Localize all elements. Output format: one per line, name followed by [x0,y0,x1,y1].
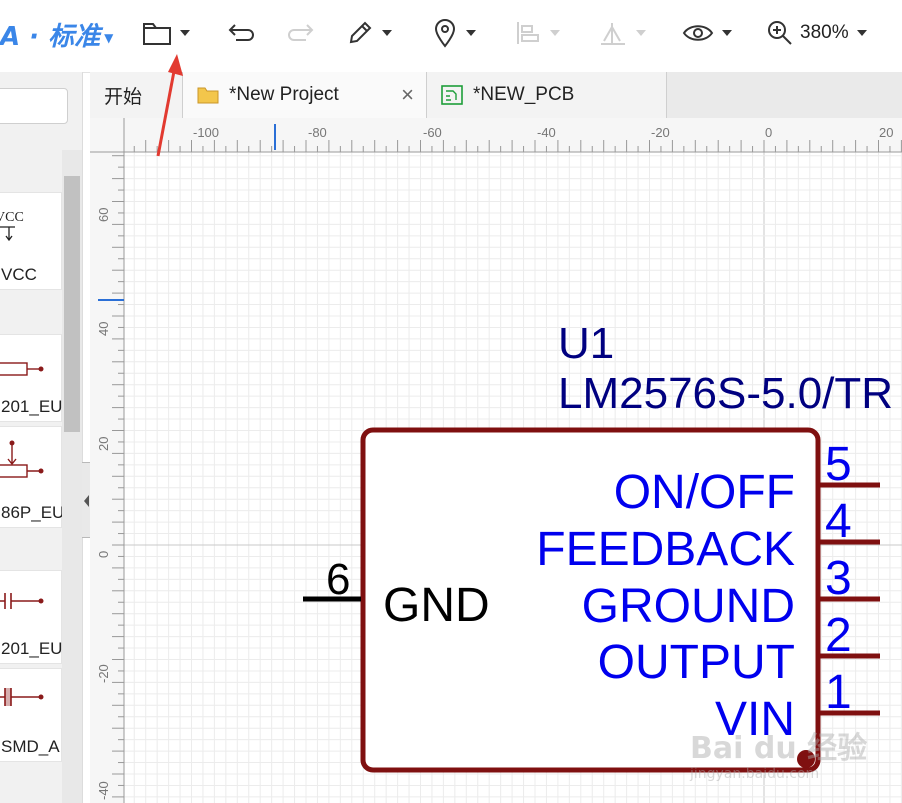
close-icon[interactable]: × [401,82,414,108]
redo-icon [288,24,314,41]
toolbar: A · 标准 ▼ 380% [0,0,902,73]
annotation-arrow [156,54,183,157]
chevron-down-icon [550,30,560,36]
pin-name: ON/OFF [614,466,795,519]
ruler-top-label: -80 [308,125,327,140]
folder-icon [197,86,219,104]
pcb-icon [441,85,463,105]
place-button[interactable] [432,16,476,50]
pin-name: GROUND [582,580,795,633]
pin-name: OUTPUT [598,636,795,689]
ruler-left-label: -20 [96,664,111,683]
chevron-down-icon [636,30,646,36]
ruler-top-label: -100 [193,125,219,140]
zoom-in-icon [768,21,792,45]
view-button[interactable] [682,16,732,50]
potentiometer-symbol [0,440,44,478]
capacitor-symbol [0,593,44,609]
ruler-top-label: 0 [765,125,772,140]
library-item-label: 201_EU [1,639,63,658]
chevron-down-icon [722,30,732,36]
eye-icon [682,25,714,41]
chevron-down-icon [856,30,867,36]
schematic-sheet[interactable]: -100 -80 -60 -40 -20 0 20 60 40 20 0 -20… [90,118,902,803]
tab-new-pcb[interactable]: *NEW_PCB [427,72,667,118]
draw-tool-button[interactable] [346,16,392,50]
vcc-symbol: VCC [0,210,24,242]
distribute-button[interactable] [598,16,646,50]
pencil-icon [349,21,372,44]
tab-new-project[interactable]: *New Project × [183,72,427,118]
watermark-sub: jingyan.baidu.com [689,766,819,782]
ruler-left-label: 40 [96,322,111,336]
library-scrollbar[interactable] [62,150,82,803]
app-mode-selector[interactable]: A · 标准 ▼ [0,16,113,53]
library-item[interactable]: 86P_EU [0,426,65,528]
schematic-canvas[interactable]: -100 -80 -60 -40 -20 0 20 60 40 20 0 -20… [90,118,902,803]
chevron-down-icon [180,30,190,36]
tab-label: 开始 [104,86,143,108]
open-folder-button[interactable] [142,16,190,50]
chevron-down-icon: ▼ [104,30,114,45]
distribute-icon [601,23,625,45]
library-item-label: 86P_EU [1,503,65,522]
library-scrollbar-thumb[interactable] [64,176,80,432]
pin-number: 1 [825,666,852,719]
ruler-top-label: -40 [537,125,556,140]
ruler-left-label: 20 [96,437,111,451]
library-search-input[interactable] [0,88,68,124]
pin-name: GND [383,579,490,632]
ruler-top-label: -20 [651,125,670,140]
redo-button[interactable] [286,16,316,50]
library-item-label: SMD_A [1,737,60,756]
pin-number: 2 [825,609,852,662]
watermark-text: Bai du 经验 [690,731,867,766]
component-designator: U1 [558,319,614,368]
chevron-down-icon [382,30,392,36]
align-icon [517,22,539,44]
folder-icon [143,23,171,45]
align-button[interactable] [514,16,560,50]
library-item-label: VCC [1,265,37,284]
tab-label: *NEW_PCB [473,84,575,105]
zoom-level: 380% [800,22,849,43]
library-panel: VCC VCC 201_EU 86P_EU 201_EU S [0,72,83,803]
library-item[interactable]: 201_EU [0,570,62,664]
chevron-down-icon [466,30,476,36]
component-part-number: LM2576S-5.0/TR [558,369,893,418]
library-item-label: 201_EU [1,397,63,416]
undo-icon [228,24,254,41]
undo-button[interactable] [226,16,256,50]
pin-number: 3 [825,552,852,605]
capacitor-polarized-symbol [0,688,44,706]
resistor-symbol [0,362,44,376]
vcc-symbol-text: VCC [0,210,24,225]
zoom-button[interactable]: 380% [766,16,867,50]
pin-number: 5 [825,438,852,491]
location-pin-icon [434,19,456,48]
ruler-top-label: -60 [423,125,442,140]
ruler-left-label: 60 [96,208,111,222]
pin-number: 4 [825,495,852,548]
app-mode-label: A · 标准 [0,22,101,52]
tab-bar: 开始 *New Project × *NEW_PCB [90,72,902,119]
library-item[interactable]: VCC VCC [0,192,62,290]
ruler-left-label: 0 [96,551,111,558]
library-item[interactable]: SMD_A [0,668,62,762]
pin-number: 6 [326,555,350,604]
ruler-left-label: -40 [96,781,111,800]
pin-name: FEEDBACK [536,523,795,576]
tab-label: *New Project [229,84,339,105]
ruler-top-label: 20 [879,125,893,140]
library-item[interactable]: 201_EU [0,334,62,422]
